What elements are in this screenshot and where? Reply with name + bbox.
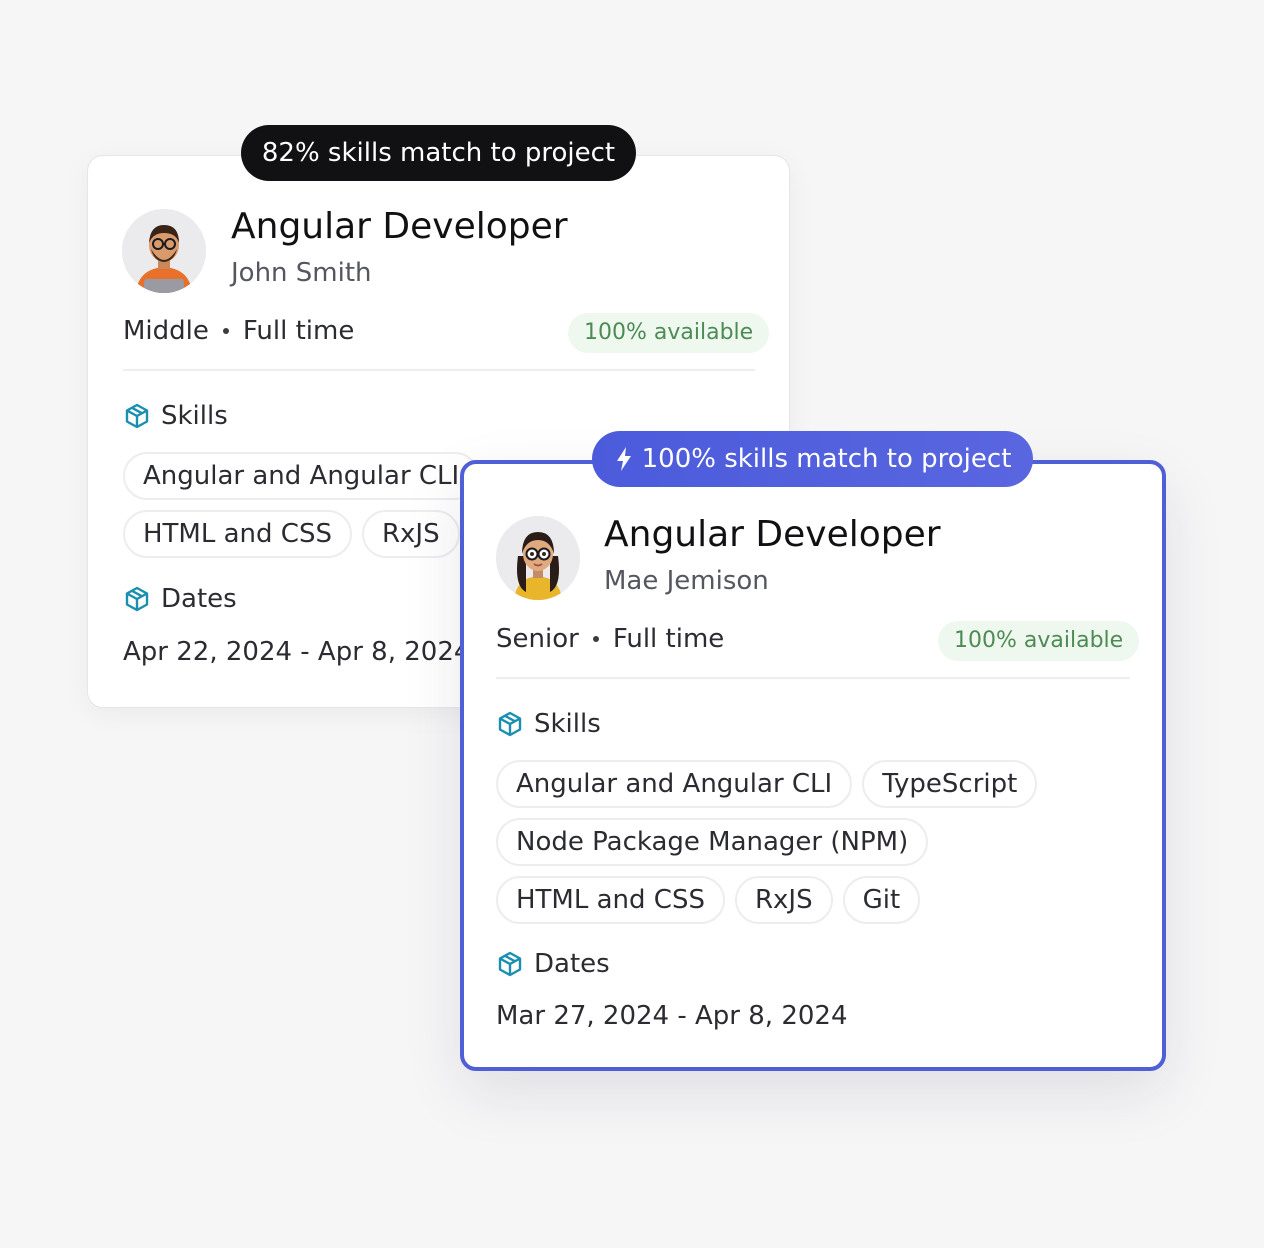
skill-chip[interactable]: RxJS xyxy=(734,876,833,924)
divider xyxy=(496,677,1130,679)
job-title: Angular Developer xyxy=(604,514,941,555)
cube-icon xyxy=(125,586,149,612)
skill-chip[interactable]: HTML and CSS xyxy=(123,510,352,558)
skills-heading-label: Skills xyxy=(161,401,228,431)
employment-type: Full time xyxy=(242,316,355,346)
candidate-meta: Senior Full time xyxy=(496,624,724,654)
separator-dot xyxy=(592,636,599,642)
skill-chip[interactable]: Git xyxy=(842,876,921,924)
skill-chip[interactable]: TypeScript xyxy=(862,760,1038,808)
dates-heading-label: Dates xyxy=(161,584,237,614)
cube-icon xyxy=(125,403,149,429)
separator-dot xyxy=(222,328,229,334)
dates-heading: Dates xyxy=(496,949,610,979)
man-avatar-icon xyxy=(122,209,206,293)
availability-badge: 100% available xyxy=(568,313,770,353)
seniority-level: Middle xyxy=(123,316,209,346)
job-title: Angular Developer xyxy=(231,206,568,247)
date-range: Apr 22, 2024 - Apr 8, 2024 xyxy=(123,637,471,667)
candidate-name: Mae Jemison xyxy=(604,566,769,596)
skills-match-label: 100% skills match to project xyxy=(641,444,1012,474)
woman-avatar-icon xyxy=(496,516,580,600)
skill-chip[interactable]: HTML and CSS xyxy=(496,876,725,924)
avatar xyxy=(122,209,206,293)
avatar xyxy=(496,516,580,600)
skill-chip[interactable]: RxJS xyxy=(361,510,460,558)
employment-type: Full time xyxy=(612,624,725,654)
lightning-bolt-icon xyxy=(616,447,631,471)
skill-chip[interactable]: Angular and Angular CLI xyxy=(496,760,853,808)
skills-match-badge-highlight: 100% skills match to project xyxy=(592,431,1033,487)
cube-icon xyxy=(498,951,522,977)
candidate-meta: Middle Full time xyxy=(123,316,354,346)
skills-match-badge: 82% skills match to project xyxy=(241,125,636,181)
dates-heading-label: Dates xyxy=(534,949,610,979)
dates-heading: Dates xyxy=(123,584,237,614)
skills-heading: Skills xyxy=(123,401,228,431)
date-range: Mar 27, 2024 - Apr 8, 2024 xyxy=(496,1001,848,1031)
skill-chip[interactable]: Node Package Manager (NPM) xyxy=(496,818,929,866)
skill-chip[interactable]: Angular and Angular CLI xyxy=(123,452,480,500)
candidate-card-mae-jemison[interactable]: Angular Developer Mae Jemison Senior Ful… xyxy=(460,460,1166,1071)
skills-heading: Skills xyxy=(496,709,601,739)
candidate-name: John Smith xyxy=(231,258,372,288)
skills-list: Angular and Angular CLI TypeScript Node … xyxy=(496,760,1056,924)
availability-badge: 100% available xyxy=(938,621,1140,661)
skills-heading-label: Skills xyxy=(534,709,601,739)
divider xyxy=(123,369,755,371)
seniority-level: Senior xyxy=(496,624,579,654)
cube-icon xyxy=(498,711,522,737)
